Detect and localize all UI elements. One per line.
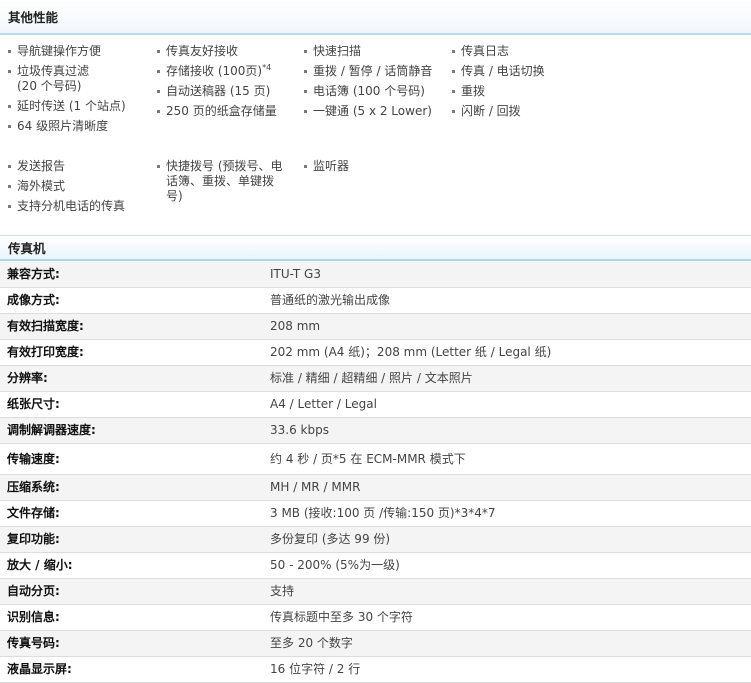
spec-row: 压缩系统: MH / MR / MMR: [0, 475, 751, 501]
feature-item: 传真友好接收: [157, 44, 287, 59]
feature-item: 250 页的纸盒存储量: [157, 104, 287, 119]
other-features-title: 其他性能: [8, 10, 59, 25]
spec-row: 调制解调器速度: 33.6 kbps: [0, 418, 751, 444]
spec-label: 复印功能:: [7, 532, 60, 546]
spec-label: 成像方式:: [7, 293, 60, 307]
spec-value: 33.6 kbps: [270, 423, 329, 437]
feature-item: 一键通 (5 x 2 Lower): [304, 104, 434, 119]
other-features-header: 其他性能: [0, 0, 751, 35]
spec-label: 识别信息:: [7, 610, 60, 624]
feature-column: 快速扫描重拨 / 暂停 / 话筒静音 电话簿 (100 个号码) 一键通 (5 x …: [304, 44, 434, 124]
spec-label: 压缩系统:: [7, 480, 60, 494]
spec-value: 传真标题中至多 30 个字符: [270, 610, 413, 624]
spec-value: 至多 20 个数字: [270, 636, 353, 650]
spec-value: 支持: [270, 584, 295, 598]
spec-label: 调制解调器速度:: [7, 423, 96, 437]
spec-label: 文件存储:: [7, 506, 60, 520]
feature-item: 快速扫描: [304, 44, 434, 59]
spec-label: 纸张尺寸:: [7, 397, 60, 411]
spec-row: 液晶显示屏: 16 位字符 / 2 行: [0, 657, 751, 683]
feature-column: 监听器: [304, 159, 434, 179]
feature-item: 支持分机电话的传真: [8, 199, 138, 214]
spec-value: A4 / Letter / Legal: [270, 397, 377, 411]
spec-label: 液晶显示屏:: [7, 662, 72, 676]
spec-label: 有效打印宽度:: [7, 345, 84, 359]
feature-item: 传真日志: [452, 44, 582, 59]
feature-item: 重拨 / 暂停 / 话筒静音: [304, 64, 434, 79]
spec-row: 文件存储: 3 MB (接收:100 页 /传输:150 页)*3*4*7: [0, 501, 751, 527]
spec-value: 202 mm (A4 纸)；208 mm (Letter 纸 / Legal 纸…: [270, 345, 552, 359]
feature-column: 导航键操作方便垃圾传真过滤 (20 个号码) 延时传送 (1 个站点) 64 级照片清…: [8, 44, 138, 139]
feature-item: 64 级照片清晰度: [8, 119, 138, 134]
spec-label: 放大 / 缩小:: [7, 558, 73, 572]
feature-column: 快捷拨号 (预拨号、电 话簿、重拨、单键拨 号): [157, 159, 287, 209]
spec-label: 传输速度:: [7, 452, 60, 466]
feature-column: 发送报告海外模式支持分机电话的传真: [8, 159, 138, 219]
feature-item: 传真 / 电话切换: [452, 64, 582, 79]
feature-item: 监听器: [304, 159, 434, 174]
feature-item: 海外模式: [8, 179, 138, 194]
feature-item: 电话簿 (100 个号码): [304, 84, 434, 99]
spec-row: 传真号码: 至多 20 个数字: [0, 631, 751, 657]
feature-column: 传真日志传真 / 电话切换 重拨闪断 / 回拨: [452, 44, 582, 124]
feature-item: 重拨: [452, 84, 582, 99]
feature-item: 存储接收 (100页)*4: [157, 64, 287, 79]
spec-value: 多份复印 (多达 99 份): [270, 532, 391, 546]
spec-row: 传输速度: 约 4 秒 / 页*5 在 ECM-MMR 模式下: [0, 444, 751, 475]
spec-row: 自动分页: 支持: [0, 579, 751, 605]
fax-section-header: 传真机: [0, 235, 751, 261]
spec-value: 3 MB (接收:100 页 /传输:150 页)*3*4*7: [270, 506, 496, 520]
spec-row: 兼容方式: ITU-T G3: [0, 262, 751, 288]
spec-row: 成像方式: 普通纸的激光输出成像: [0, 288, 751, 314]
spec-value: MH / MR / MMR: [270, 480, 361, 494]
fax-section-title: 传真机: [8, 241, 46, 256]
feature-column: 传真友好接收 存储接收 (100页)*4 自动送稿器 (15 页) 250 页的纸盒存…: [157, 44, 287, 124]
feature-item: 延时传送 (1 个站点): [8, 99, 138, 114]
spec-value: 普通纸的激光输出成像: [270, 293, 391, 307]
spec-label: 兼容方式:: [7, 267, 60, 281]
spec-value: 标准 / 精细 / 超精细 / 照片 / 文本照片: [270, 371, 473, 385]
spec-value: 约 4 秒 / 页*5 在 ECM-MMR 模式下: [270, 452, 466, 466]
spec-row: 有效打印宽度: 202 mm (A4 纸)；208 mm (Letter 纸 / …: [0, 340, 751, 366]
spec-label: 自动分页:: [7, 584, 60, 598]
spec-row: 有效扫描宽度: 208 mm: [0, 314, 751, 340]
feature-item: 快捷拨号 (预拨号、电 话簿、重拨、单键拨 号): [157, 159, 287, 204]
spec-row: 分辨率: 标准 / 精细 / 超精细 / 照片 / 文本照片: [0, 366, 751, 392]
spec-label: 有效扫描宽度:: [7, 319, 84, 333]
spec-row: 复印功能: 多份复印 (多达 99 份): [0, 527, 751, 553]
feature-item: 闪断 / 回拨: [452, 104, 582, 119]
feature-item: 自动送稿器 (15 页): [157, 84, 287, 99]
spec-label: 分辨率:: [7, 371, 48, 385]
fax-spec-table: 兼容方式: ITU-T G3 成像方式: 普通纸的激光输出成像有效扫描宽度: 208 m…: [0, 262, 751, 683]
spec-label: 传真号码:: [7, 636, 60, 650]
feature-item: 垃圾传真过滤 (20 个号码): [8, 64, 138, 94]
spec-value: 208 mm: [270, 319, 321, 333]
spec-row: 识别信息: 传真标题中至多 30 个字符: [0, 605, 751, 631]
feature-item: 发送报告: [8, 159, 138, 174]
spec-value: ITU-T G3: [270, 267, 321, 281]
spec-value: 50 - 200% (5%为一级): [270, 558, 400, 572]
spec-value: 16 位字符 / 2 行: [270, 662, 361, 676]
feature-item: 导航键操作方便: [8, 44, 138, 59]
spec-row: 放大 / 缩小: 50 - 200% (5%为一级): [0, 553, 751, 579]
spec-row: 纸张尺寸: A4 / Letter / Legal: [0, 392, 751, 418]
